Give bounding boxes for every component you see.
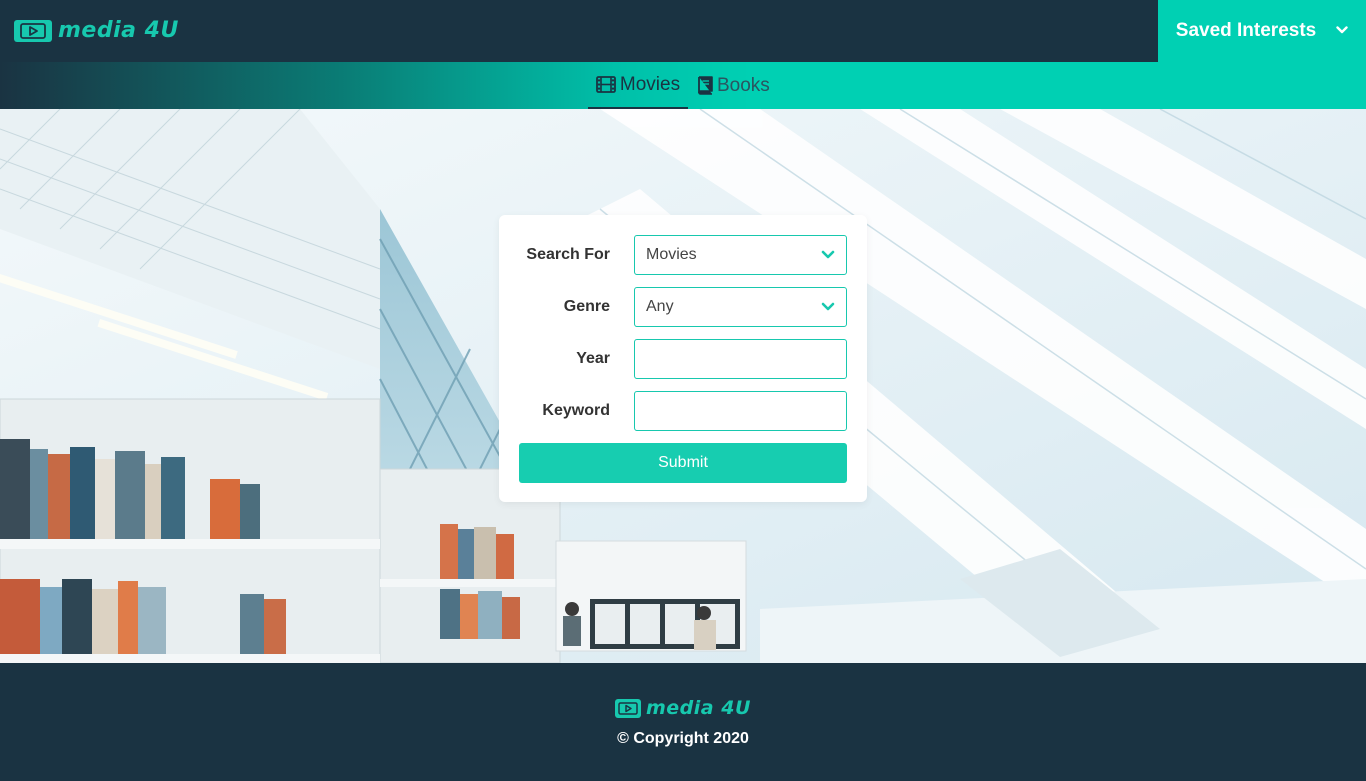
keyword-row: Keyword xyxy=(499,391,867,431)
saved-interests-dropdown[interactable]: Saved Interests xyxy=(1158,0,1366,62)
copyright-text: © Copyright 2020 xyxy=(617,730,749,747)
tab-movies-label: Movies xyxy=(619,73,681,95)
tab-movies[interactable]: Movies xyxy=(588,62,688,109)
brand-name: media 4U xyxy=(58,18,179,43)
keyword-input[interactable] xyxy=(634,391,847,431)
media-nav: Movies Books xyxy=(0,62,1366,109)
footer-brand-name: media 4U xyxy=(646,697,751,719)
chevron-down-icon xyxy=(821,246,835,264)
play-icon xyxy=(14,19,52,42)
year-label: Year xyxy=(576,350,610,367)
saved-interests-label: Saved Interests xyxy=(1175,20,1317,41)
hero-section: Search For Movies Genre Any Year Keyword xyxy=(0,109,1366,663)
genre-value: Any xyxy=(646,298,674,315)
search-for-label: Search For xyxy=(526,246,610,263)
chevron-down-icon xyxy=(821,298,835,316)
genre-select[interactable]: Any xyxy=(634,287,847,327)
keyword-label: Keyword xyxy=(542,402,610,419)
search-for-value: Movies xyxy=(646,246,697,263)
footer-logo: media 4U xyxy=(615,697,751,719)
chevron-down-icon xyxy=(1336,25,1348,34)
tab-books-label: Books xyxy=(717,74,770,96)
submit-button[interactable]: Submit xyxy=(519,443,847,483)
brand-logo[interactable]: media 4U xyxy=(14,18,179,43)
play-icon xyxy=(615,698,641,718)
tab-books[interactable]: Books xyxy=(697,62,777,109)
search-form-card: Search For Movies Genre Any Year Keyword xyxy=(499,215,867,502)
genre-row: Genre Any xyxy=(499,287,867,327)
search-for-row: Search For Movies xyxy=(499,235,867,275)
search-for-select[interactable]: Movies xyxy=(634,235,847,275)
year-row: Year xyxy=(499,339,867,379)
year-input[interactable] xyxy=(634,339,847,379)
genre-label: Genre xyxy=(563,298,610,315)
film-icon xyxy=(596,76,616,93)
page-footer: media 4U © Copyright 2020 xyxy=(0,663,1366,781)
top-header: media 4U Saved Interests xyxy=(0,0,1366,62)
book-icon xyxy=(697,76,713,95)
